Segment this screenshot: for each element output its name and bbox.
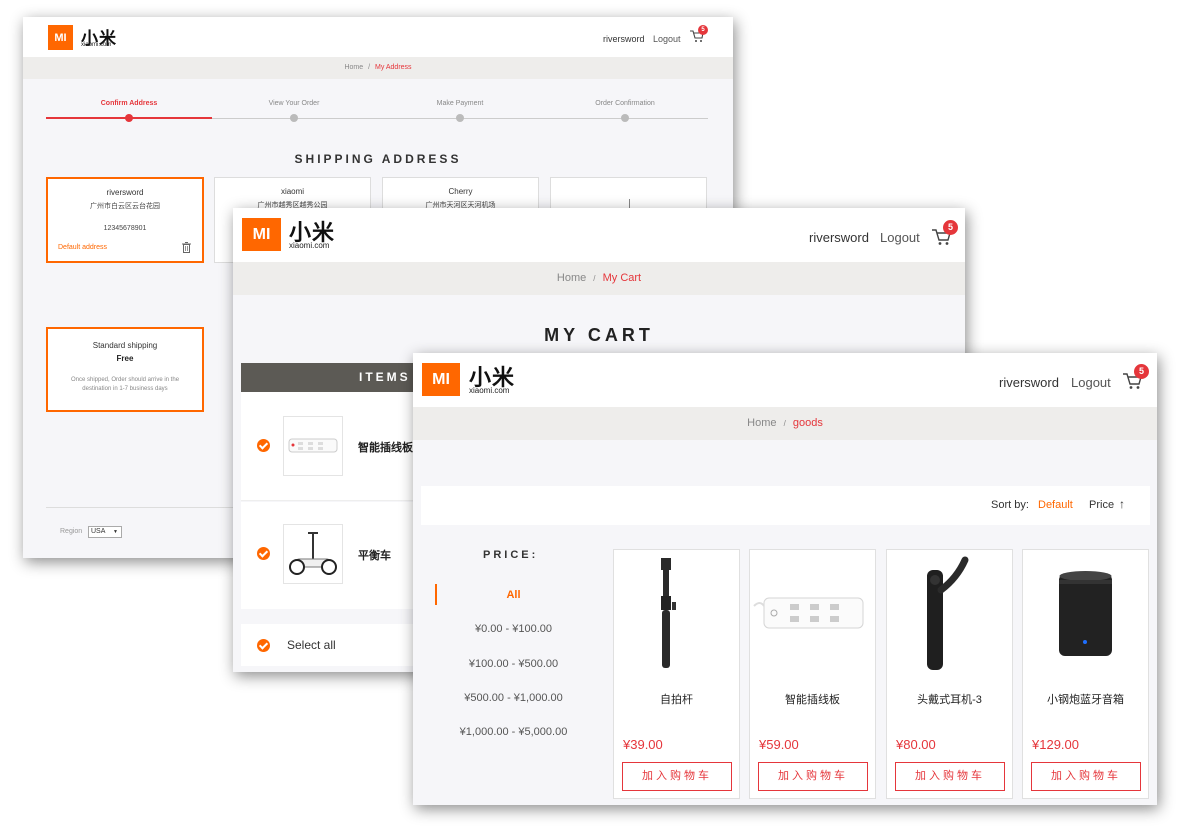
- price-range-option[interactable]: ¥100.00 - ¥500.00: [436, 658, 591, 670]
- brand-name-en: xiaomi.com: [289, 241, 330, 250]
- logout-link[interactable]: Logout: [880, 230, 920, 245]
- mi-logo[interactable]: MI: [422, 363, 460, 396]
- step-dot: [456, 114, 464, 122]
- product-card[interactable]: 智能插线板 ¥59.00 加入购物车: [749, 549, 876, 799]
- shipping-price: Free: [116, 354, 134, 363]
- cart-badge: 5: [698, 25, 708, 35]
- product-card[interactable]: 头戴式耳机-3 ¥80.00 加入购物车: [886, 549, 1013, 799]
- header: MI 小米 xiaomi.com riversword Logout 5: [413, 353, 1157, 407]
- address-card-selected[interactable]: riversword 广州市白云区云台花园 12345678901 Defaul…: [46, 177, 204, 263]
- breadcrumb-home[interactable]: Home: [747, 417, 776, 429]
- price-range-all[interactable]: All: [436, 589, 591, 601]
- brand-name-en: xiaomi.com: [81, 42, 112, 48]
- username-link[interactable]: riversword: [809, 230, 869, 245]
- region-label: Region: [60, 528, 83, 535]
- product-price: ¥59.00: [759, 737, 799, 752]
- breadcrumb-current: My Cart: [602, 272, 642, 284]
- region-value: USA: [91, 528, 106, 535]
- step-make-payment: Make Payment: [436, 100, 484, 107]
- brand-name-en: xiaomi.com: [469, 386, 510, 395]
- region-select[interactable]: USA ▼: [88, 526, 122, 538]
- breadcrumb-separator: /: [368, 64, 371, 71]
- price-filter-title: PRICE:: [483, 549, 539, 561]
- step-confirm-address: Confirm Address: [100, 100, 158, 107]
- add-to-cart-button[interactable]: 加入购物车: [1031, 762, 1141, 791]
- product-name[interactable]: 自拍杆: [614, 691, 739, 707]
- page-title: SHIPPING ADDRESS: [294, 152, 462, 166]
- product-price: ¥129.00: [1032, 737, 1079, 752]
- trash-icon[interactable]: [182, 242, 191, 255]
- breadcrumb: Home / My Address: [23, 57, 733, 79]
- header: MI 小米 xiaomi.com riversword Logout 5: [233, 208, 965, 262]
- chevron-down-icon: ▼: [113, 529, 118, 535]
- default-address-label: Default address: [58, 244, 108, 251]
- product-price: ¥80.00: [896, 737, 936, 752]
- product-image[interactable]: [750, 550, 875, 680]
- item-name[interactable]: 平衡车: [358, 547, 391, 563]
- breadcrumb-separator: /: [783, 419, 786, 428]
- breadcrumb-current: goods: [792, 417, 823, 429]
- product-image[interactable]: [1023, 550, 1148, 680]
- price-range-option[interactable]: ¥500.00 - ¥1,000.00: [436, 692, 591, 704]
- goods-window: MI 小米 xiaomi.com riversword Logout 5 Hom…: [413, 353, 1157, 805]
- breadcrumb-separator: /: [593, 274, 596, 283]
- mi-logo[interactable]: MI: [242, 218, 281, 251]
- cart-icon[interactable]: 5: [1123, 364, 1149, 395]
- select-all-label[interactable]: Select all: [287, 638, 336, 652]
- sort-default[interactable]: Default: [1038, 499, 1073, 511]
- breadcrumb-home[interactable]: Home: [344, 64, 363, 71]
- mi-logo[interactable]: MI: [48, 25, 73, 50]
- address-phone: 12345678901: [103, 225, 147, 232]
- add-to-cart-button[interactable]: 加入购物车: [758, 762, 868, 791]
- price-range-option[interactable]: ¥1,000.00 - ¥5,000.00: [436, 726, 591, 738]
- shipping-method-card[interactable]: Standard shipping Free Once shipped, Ord…: [46, 327, 204, 412]
- add-to-cart-button[interactable]: 加入购物车: [895, 762, 1005, 791]
- shipping-note: Once shipped, Order should arrive in the…: [70, 377, 180, 392]
- cart-icon[interactable]: 5: [690, 25, 708, 48]
- shipping-title: Standard shipping: [92, 341, 158, 350]
- username-link[interactable]: riversword: [603, 34, 645, 44]
- product-card[interactable]: 小钢炮蓝牙音箱 ¥129.00 加入购物车: [1022, 549, 1149, 799]
- sort-price[interactable]: Price: [1089, 499, 1114, 511]
- item-checkbox[interactable]: [257, 547, 270, 560]
- sort-label: Sort by:: [991, 499, 1029, 511]
- step-view-order: View Your Order: [268, 100, 320, 107]
- logout-link[interactable]: Logout: [653, 34, 681, 44]
- breadcrumb-current: My Address: [374, 64, 412, 71]
- breadcrumb: Home / goods: [413, 407, 1157, 440]
- step-dot-active: [125, 114, 133, 122]
- item-checkbox[interactable]: [257, 439, 270, 452]
- item-name[interactable]: 智能插线板: [358, 439, 413, 455]
- sort-bar: Sort by: Default Price ↑: [421, 486, 1150, 525]
- arrow-up-icon[interactable]: ↑: [1119, 497, 1125, 511]
- address-name: xiaomi: [280, 187, 305, 196]
- product-thumbnail[interactable]: [283, 416, 343, 476]
- price-range-option[interactable]: ¥0.00 - ¥100.00: [436, 623, 591, 635]
- breadcrumb-home[interactable]: Home: [557, 272, 586, 284]
- product-name[interactable]: 小钢炮蓝牙音箱: [1023, 691, 1148, 707]
- product-name[interactable]: 头戴式耳机-3: [887, 691, 1012, 707]
- product-price: ¥39.00: [623, 737, 663, 752]
- cart-icon[interactable]: 5: [932, 220, 958, 251]
- step-dot: [290, 114, 298, 122]
- product-image[interactable]: [887, 550, 1012, 680]
- cart-badge: 5: [943, 220, 958, 235]
- step-order-confirmation: Order Confirmation: [595, 100, 655, 107]
- select-all-checkbox[interactable]: [257, 639, 270, 652]
- product-card[interactable]: 自拍杆 ¥39.00 加入购物车: [613, 549, 740, 799]
- product-name[interactable]: 智能插线板: [750, 691, 875, 707]
- address-name: Cherry: [448, 187, 473, 196]
- product-thumbnail[interactable]: [283, 524, 343, 584]
- product-image[interactable]: [614, 550, 739, 680]
- step-dot: [621, 114, 629, 122]
- address-name: riversword: [106, 188, 144, 197]
- header: MI 小米 xiaomi.com riversword Logout 5: [23, 17, 733, 57]
- breadcrumb: Home / My Cart: [233, 262, 965, 295]
- address-line: 广州市白云区云台花园: [90, 203, 160, 210]
- username-link[interactable]: riversword: [999, 375, 1059, 390]
- add-to-cart-button[interactable]: 加入购物车: [622, 762, 732, 791]
- logout-link[interactable]: Logout: [1071, 375, 1111, 390]
- cart-badge: 5: [1134, 364, 1149, 379]
- page-title: MY CART: [544, 325, 654, 345]
